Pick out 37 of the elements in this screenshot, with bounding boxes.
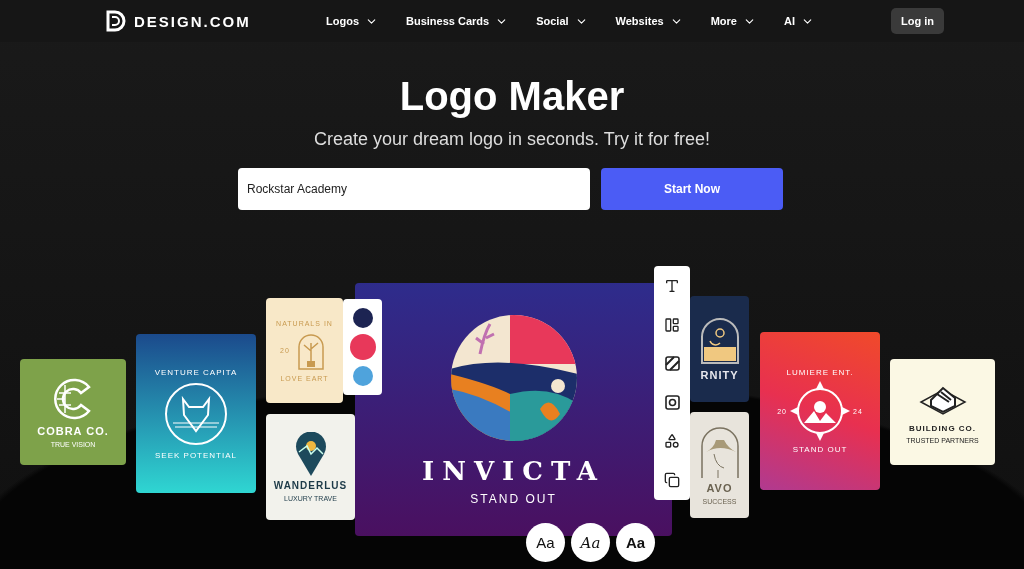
text-icon[interactable] [664,277,680,294]
layers-icon[interactable] [664,472,680,489]
nav-menu-item[interactable]: Websites [615,14,683,28]
logo-arc-text: SEEK POTENTIAL [155,450,237,460]
color-swatch[interactable] [352,366,373,386]
logo-name: INVICTA [421,455,606,486]
page-title: Logo Maker [399,74,625,119]
brand-logo-icon [106,10,126,32]
compass-emblem-drawing [790,381,850,441]
layout-icon[interactable] [664,317,680,333]
nav-menu-item[interactable]: AI [783,14,814,28]
start-now-button[interactable]: Start Now [601,168,783,210]
logo-arc-text: LUMIERE ENT. [786,368,854,377]
logo-tagline: STAND OUT [470,491,557,506]
color-swatch[interactable] [349,334,376,360]
hatched-square-icon[interactable] [664,356,680,372]
logo-arc-text: VENTURE CAPITA [154,367,238,377]
logo-arc-text: STAND OUT [792,445,848,454]
nav-menu-item[interactable]: Social [536,14,588,28]
mountain-pin-drawing [294,432,327,476]
brand-name: DESIGN.COM [134,12,251,30]
nav-menu-item[interactable]: More [710,14,756,28]
login-button[interactable]: Log in [891,8,944,34]
logo-name: BUILDING CO. [908,424,977,433]
shapes-icon[interactable] [664,432,680,449]
logo-name: AVO [706,481,733,494]
business-name-field[interactable]: Rockstar Academy [238,168,590,210]
nav-menu-item[interactable]: Business Cards [406,14,509,28]
logo-name: WANDERLUS [273,480,348,491]
logo-card[interactable]: INVICTA STAND OUT [355,283,672,536]
subtitle: Create your dream logo in seconds. Try it for free! [313,129,711,150]
logo-card[interactable]: VENTURE CAPITA SEEK POTENTIAL [136,334,256,493]
logo-name: COBRA CO. [37,424,109,437]
logo-name: RNITY [700,369,739,381]
nav-menu-item[interactable]: Logos [326,14,378,28]
color-swatch[interactable] [352,308,373,328]
logo-card[interactable]: RNITY [690,296,749,402]
